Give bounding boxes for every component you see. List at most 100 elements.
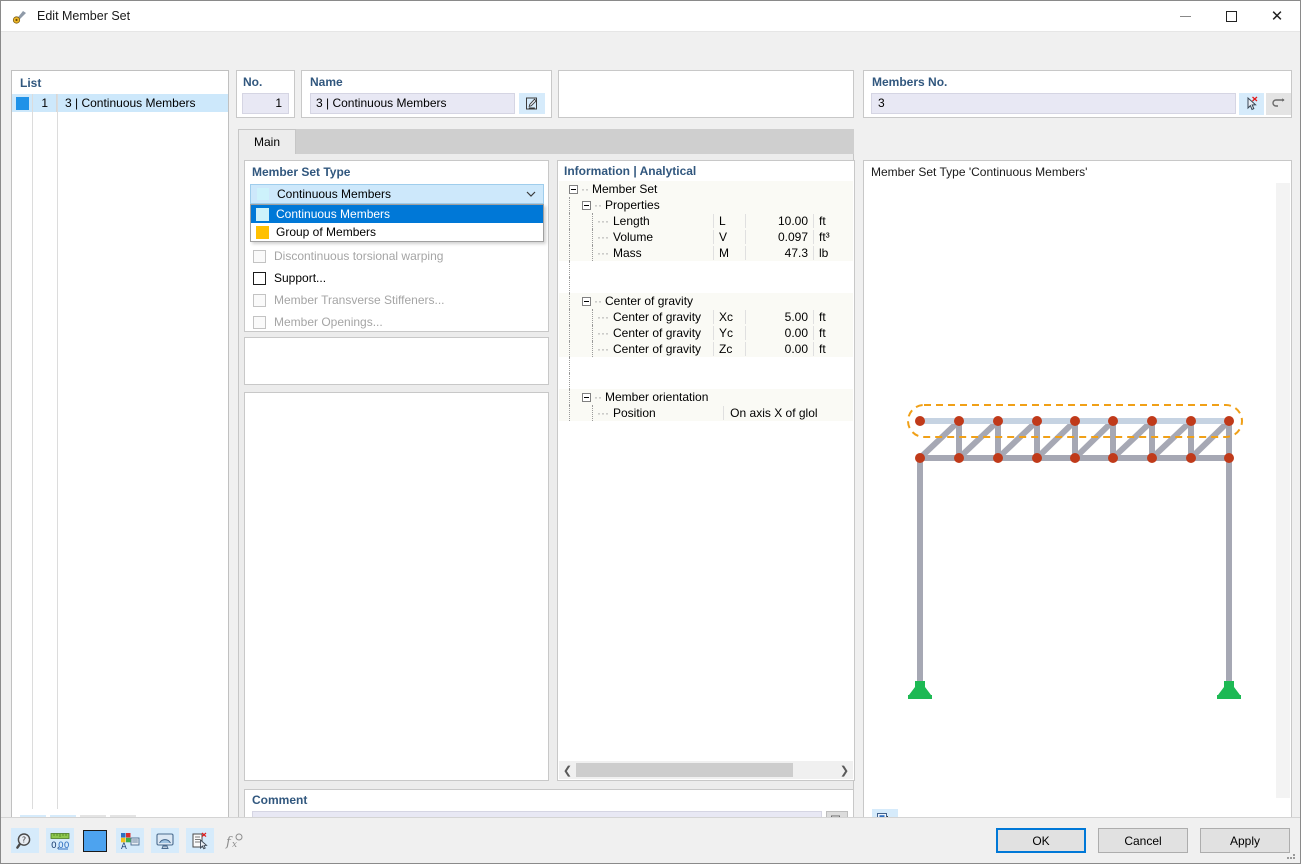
property-unit: lb — [813, 246, 853, 260]
tree-group-label: Center of gravity — [605, 294, 694, 308]
checkbox-discontinuous-torsional-warping: Discontinuous torsional warping — [253, 249, 443, 263]
document-select-button[interactable] — [186, 828, 214, 853]
edit-member-set-window: Edit Member Set ✕ List 1 3 | Continuous … — [0, 0, 1301, 864]
list-rows: 1 3 | Continuous Members — [12, 94, 228, 809]
tree-row-cog-z[interactable]: ··· Center of gravity Zc 0.00 ft — [559, 341, 853, 357]
name-panel: Name 3 | Continuous Members — [301, 70, 552, 118]
member-set-type-dropdown-list[interactable]: Continuous Members Group of Members — [250, 204, 544, 242]
information-horizontal-scrollbar[interactable]: ❮ ❯ — [559, 761, 853, 779]
collapse-icon[interactable] — [582, 200, 591, 210]
apply-button[interactable]: Apply — [1200, 828, 1290, 853]
name-input[interactable]: 3 | Continuous Members — [310, 93, 515, 114]
property-symbol: M — [713, 246, 745, 260]
chevron-right-icon[interactable]: ❯ — [836, 761, 853, 779]
cancel-button[interactable]: Cancel — [1098, 828, 1188, 853]
property-value: 0.097 — [745, 230, 813, 244]
checkbox-box — [253, 293, 266, 307]
model-preview-canvas[interactable] — [865, 183, 1276, 798]
minimize-button[interactable] — [1162, 1, 1208, 32]
collapse-icon[interactable] — [582, 392, 591, 402]
empty-panel-upper — [244, 337, 549, 385]
option-color-swatch — [256, 225, 269, 239]
window-title: Edit Member Set — [37, 9, 131, 23]
checkbox-box[interactable] — [253, 271, 266, 285]
members-undo-button[interactable] — [1266, 93, 1291, 115]
information-tree[interactable]: ·· Member Set ·· Properties ··· Length L… — [559, 181, 853, 759]
minimize-icon — [1179, 15, 1191, 17]
render-style-button[interactable]: A — [116, 828, 144, 853]
list-item-label: 3 | Continuous Members — [65, 96, 196, 110]
web-members — [917, 418, 1232, 461]
collapse-icon[interactable] — [569, 184, 578, 194]
magnifier-question-icon: ? — [16, 832, 31, 849]
empty-panel-lower — [244, 392, 549, 781]
view-button[interactable] — [151, 828, 179, 853]
collapse-icon[interactable] — [582, 296, 591, 306]
title-bar: Edit Member Set ✕ — [1, 1, 1300, 32]
ok-button[interactable]: OK — [996, 828, 1086, 853]
resize-grip-icon[interactable] — [1285, 849, 1297, 861]
no-input[interactable]: 1 — [242, 93, 289, 114]
bottom-bar: ? 0, 00 A f x OK Cancel Apply — [1, 817, 1300, 863]
tree-node-member-orientation[interactable]: ·· Member orientation — [559, 389, 853, 405]
monitor-view-icon — [156, 832, 174, 849]
close-button[interactable]: ✕ — [1254, 1, 1300, 32]
tab-main[interactable]: Main — [238, 129, 296, 154]
property-value: 5.00 — [745, 310, 813, 324]
tree-group-label: Member orientation — [605, 390, 709, 404]
property-name: Center of gravity — [613, 342, 702, 356]
tree-node-member-set[interactable]: ·· Member Set — [559, 181, 853, 197]
close-icon: ✕ — [1270, 6, 1284, 25]
maximize-button[interactable] — [1208, 1, 1254, 32]
property-symbol: Yc — [713, 326, 745, 340]
members-no-input[interactable]: 3 — [871, 93, 1236, 114]
checkbox-box — [253, 249, 266, 263]
property-symbol: V — [713, 230, 745, 244]
dropdown-option-label: Group of Members — [276, 225, 377, 239]
list-column-divider-2 — [57, 94, 58, 809]
tree-row-mass[interactable]: ··· Mass M 47.3 lb — [559, 245, 853, 261]
property-name: Length — [613, 214, 650, 228]
units-button[interactable]: 0, 00 — [46, 828, 74, 853]
members-pick-button[interactable] — [1239, 93, 1264, 115]
tree-row-volume[interactable]: ··· Volume V 0.097 ft³ — [559, 229, 853, 245]
tab-strip: Main — [238, 129, 854, 154]
tree-row-cog-x[interactable]: ··· Center of gravity Xc 5.00 ft — [559, 309, 853, 325]
help-info-button[interactable]: ? — [11, 828, 39, 853]
property-name: Mass — [613, 246, 642, 260]
tree-spacer — [559, 261, 853, 277]
pick-cursor-icon — [1247, 96, 1257, 111]
maximize-icon — [1225, 10, 1237, 22]
dropdown-option-continuous-members[interactable]: Continuous Members — [251, 205, 543, 223]
list-item[interactable]: 1 3 | Continuous Members — [12, 94, 228, 112]
property-unit: ft³ — [813, 230, 853, 244]
property-unit: ft — [813, 310, 853, 324]
tree-row-cog-y[interactable]: ··· Center of gravity Yc 0.00 ft — [559, 325, 853, 341]
member-set-icon — [12, 8, 28, 24]
preview-vertical-scrollbar[interactable] — [1276, 183, 1290, 798]
no-label: No. — [243, 75, 263, 89]
property-unit: ft — [813, 214, 853, 228]
property-position-value: On axis X of glol — [723, 406, 853, 420]
list-item-index: 1 — [41, 96, 48, 110]
chevron-left-icon[interactable]: ❮ — [559, 761, 576, 779]
property-name: Volume — [613, 230, 654, 244]
list-header: List — [20, 76, 42, 90]
tree-row-position[interactable]: ··· Position On axis X of glol — [559, 405, 853, 421]
name-edit-button[interactable] — [519, 93, 545, 114]
property-value: 0.00 — [745, 326, 813, 340]
formula-button: f x — [221, 828, 249, 853]
tree-spacer — [559, 373, 853, 389]
tree-node-properties[interactable]: ·· Properties — [559, 197, 853, 213]
member-set-type-combobox[interactable]: Continuous Members — [250, 184, 544, 204]
scrollbar-thumb[interactable] — [576, 763, 793, 777]
ruler-numbers-icon: 0, 00 — [50, 832, 70, 850]
checkbox-support[interactable]: Support... — [253, 271, 326, 285]
chevron-down-icon — [526, 191, 536, 197]
tree-row-length[interactable]: ··· Length L 10.00 ft — [559, 213, 853, 229]
member-set-type-label: Member Set Type — [252, 165, 351, 179]
tree-node-center-of-gravity[interactable]: ·· Center of gravity — [559, 293, 853, 309]
color-button[interactable] — [81, 828, 109, 853]
dropdown-option-group-of-members[interactable]: Group of Members — [251, 223, 543, 241]
scrollbar-track[interactable] — [576, 761, 836, 779]
